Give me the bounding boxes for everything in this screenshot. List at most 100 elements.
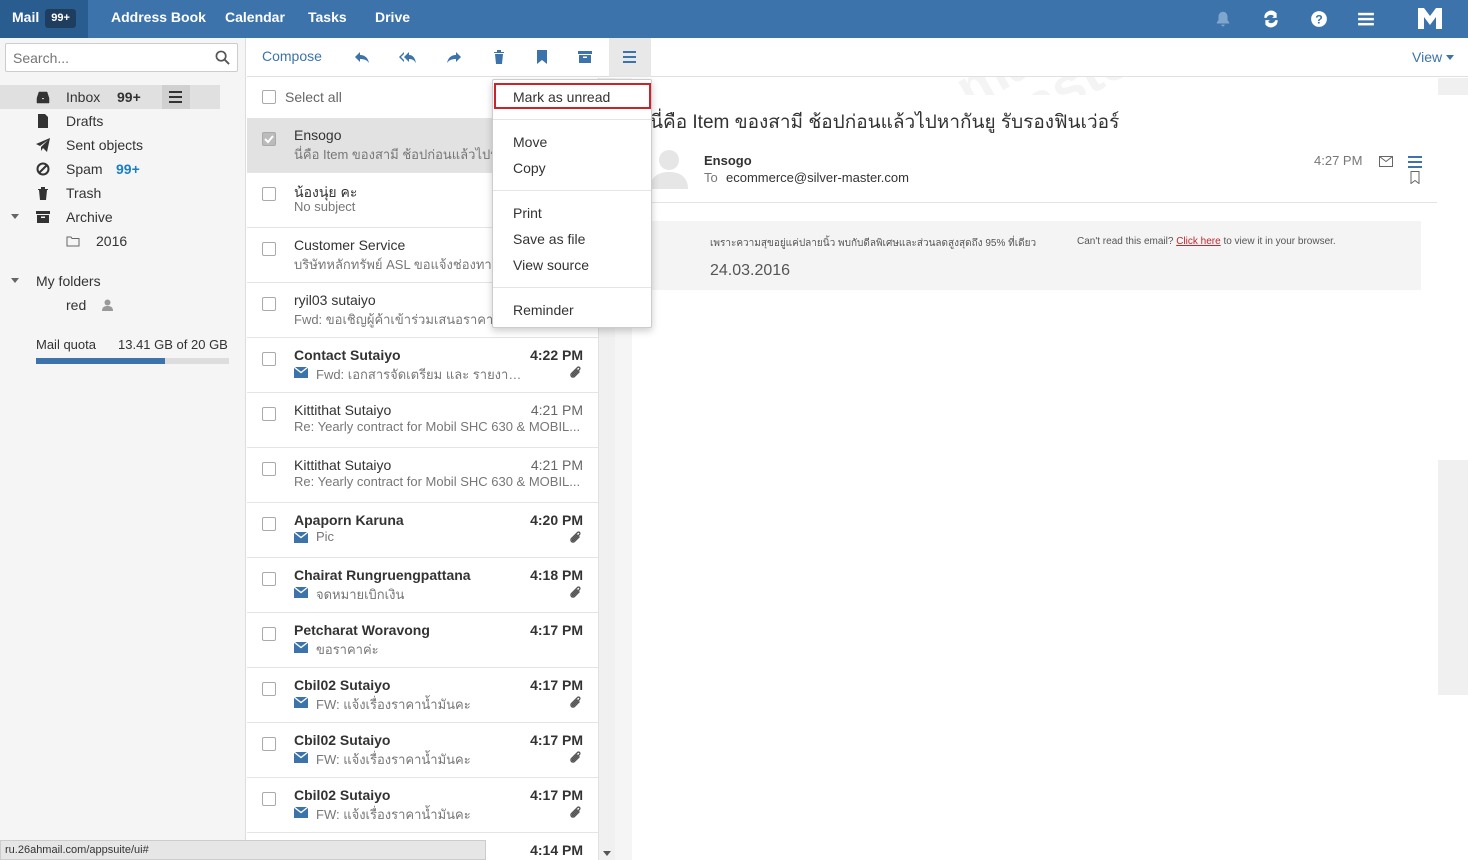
row-time: 4:22 PM xyxy=(530,347,583,363)
inbox-count-badge: 99+ xyxy=(117,89,141,105)
caret-down-icon[interactable] xyxy=(11,278,19,283)
reply-all-icon[interactable] xyxy=(399,48,417,66)
refresh-icon[interactable] xyxy=(1259,7,1283,31)
envelope-icon xyxy=(294,587,308,598)
app-tasks[interactable]: Tasks xyxy=(308,0,347,38)
row-time: 4:17 PM xyxy=(530,622,583,638)
table-row[interactable]: Cbil02 Sutaiyo 4:17 PM FW: แจ้งเรื่องราคาน… xyxy=(247,778,598,833)
scroll-down-arrow[interactable] xyxy=(603,851,611,856)
row-sender: Customer Service xyxy=(294,237,406,253)
header-divider xyxy=(650,202,1437,203)
message-sender[interactable]: Ensogo xyxy=(704,153,752,168)
paperclip-icon xyxy=(570,586,581,598)
row-checkbox[interactable] xyxy=(262,462,276,476)
row-time: 4:17 PM xyxy=(530,677,583,693)
row-checkbox[interactable] xyxy=(262,297,276,311)
reply-icon[interactable] xyxy=(353,48,371,66)
menu-separator xyxy=(493,190,651,191)
envelope-icon[interactable] xyxy=(1379,156,1393,167)
row-checkbox[interactable] xyxy=(262,517,276,531)
row-checkbox[interactable] xyxy=(262,352,276,366)
checkbox[interactable] xyxy=(262,90,276,104)
row-time: 4:21 PM xyxy=(530,402,583,418)
paperclip-icon xyxy=(570,751,581,763)
folder-archive[interactable]: Archive xyxy=(0,205,245,229)
row-subject: Fwd: เอกสารจัดเตรียม และ รายงานการประ... xyxy=(316,367,526,382)
mailmaster-logo[interactable] xyxy=(1416,5,1444,31)
bookmark-icon[interactable] xyxy=(533,48,551,66)
row-sender: Kittithat Sutaiyo xyxy=(294,402,392,418)
folder-outline-icon xyxy=(66,236,80,247)
folder-archive-2016[interactable]: 2016 xyxy=(0,229,245,253)
app-mail[interactable]: Mail 99+ xyxy=(0,0,88,38)
folder-inbox[interactable]: Inbox 99+ xyxy=(0,85,220,109)
row-checkbox[interactable] xyxy=(262,242,276,256)
envelope-icon xyxy=(294,367,308,378)
reader-scrollbar-thumb[interactable] xyxy=(1438,95,1468,460)
row-checkbox[interactable] xyxy=(262,627,276,641)
row-checkbox[interactable] xyxy=(262,572,276,586)
folder-sent[interactable]: Sent objects xyxy=(0,133,245,157)
delete-icon[interactable] xyxy=(490,48,508,66)
menu-item-reminder[interactable]: Reminder xyxy=(513,302,574,318)
message-menu-icon[interactable] xyxy=(1408,155,1422,169)
view-label: View xyxy=(1412,49,1443,65)
caret-down-icon[interactable] xyxy=(11,214,19,219)
mail-unread-badge: 99+ xyxy=(45,9,76,28)
bookmark-outline-icon[interactable] xyxy=(1410,171,1420,184)
menu-icon[interactable] xyxy=(1354,7,1378,31)
folder-drafts[interactable]: Drafts xyxy=(0,109,245,133)
row-checkbox[interactable] xyxy=(262,682,276,696)
reading-pane xyxy=(632,95,1438,860)
folder-trash[interactable]: Trash xyxy=(0,181,245,205)
row-checkbox[interactable] xyxy=(262,407,276,421)
table-row[interactable]: Kittithat Sutaiyo 4:21 PM Re: Yearly contr… xyxy=(247,448,598,503)
menu-item-print[interactable]: Print xyxy=(513,205,542,221)
app-calendar[interactable]: Calendar xyxy=(225,0,285,38)
menu-item-move[interactable]: Move xyxy=(513,134,547,150)
menu-item-view-source[interactable]: View source xyxy=(513,257,589,273)
row-checkbox[interactable] xyxy=(262,132,276,146)
shared-user-icon xyxy=(102,299,113,311)
row-checkbox[interactable] xyxy=(262,792,276,806)
help-icon[interactable]: ? xyxy=(1307,7,1331,31)
row-subject: ขอราคาค่ะ xyxy=(316,642,379,657)
table-row[interactable]: Cbil02 Sutaiyo 4:17 PM FW: แจ้งเรื่องราคาน… xyxy=(247,668,598,723)
search-input[interactable] xyxy=(6,44,206,71)
folder-red[interactable]: red xyxy=(0,293,245,317)
folder-my-folders[interactable]: My folders xyxy=(0,269,245,293)
view-button[interactable]: View xyxy=(1412,49,1454,65)
app-address-book[interactable]: Address Book xyxy=(111,0,206,38)
trash-icon xyxy=(38,187,48,200)
click-here-link[interactable]: Click here xyxy=(1176,236,1220,247)
menu-item-copy[interactable]: Copy xyxy=(513,160,546,176)
menu-item-save-as-file[interactable]: Save as file xyxy=(513,231,585,247)
table-row[interactable]: Contact Sutaiyo 4:22 PM Fwd: เอกสารจัดเตรี… xyxy=(247,338,598,393)
mail-quota-fill xyxy=(36,358,166,364)
inbox-options-button[interactable] xyxy=(162,85,190,109)
envelope-icon xyxy=(294,752,308,763)
table-row[interactable]: Petcharat Woravong 4:17 PM ขอราคาค่ะ xyxy=(247,613,598,668)
browser-status-url: ru.26ahmail.com/appsuite/ui# xyxy=(0,840,486,860)
more-actions-button[interactable] xyxy=(609,38,651,77)
draft-file-icon xyxy=(38,114,48,128)
search-icon[interactable] xyxy=(215,50,230,65)
table-row[interactable]: Apaporn Karuna 4:20 PM Pic xyxy=(247,503,598,558)
row-checkbox[interactable] xyxy=(262,187,276,201)
folder-spam[interactable]: Spam 99+ xyxy=(0,157,245,181)
table-row[interactable]: Chairat Rungruengpattana 4:18 PM จดหมายเบิ… xyxy=(247,558,598,613)
select-all-checkbox[interactable]: Select all xyxy=(262,89,342,105)
archive-box-icon xyxy=(36,211,50,223)
app-drive[interactable]: Drive xyxy=(375,0,410,38)
table-row[interactable]: Kittithat Sutaiyo 4:21 PM Re: Yearly contr… xyxy=(247,393,598,448)
compose-button[interactable]: Compose xyxy=(262,48,322,64)
bell-icon[interactable] xyxy=(1211,7,1235,31)
folder-sent-label: Sent objects xyxy=(66,137,144,153)
archive-icon[interactable] xyxy=(576,48,594,66)
paperclip-icon xyxy=(570,696,581,708)
table-row[interactable]: Cbil02 Sutaiyo 4:17 PM FW: แจ้งเรื่องราคาน… xyxy=(247,723,598,778)
row-checkbox[interactable] xyxy=(262,737,276,751)
forward-icon[interactable] xyxy=(445,48,463,66)
mail-quota-bar xyxy=(36,358,229,364)
recipient-address[interactable]: ecommerce@silver-master.com xyxy=(726,170,909,185)
